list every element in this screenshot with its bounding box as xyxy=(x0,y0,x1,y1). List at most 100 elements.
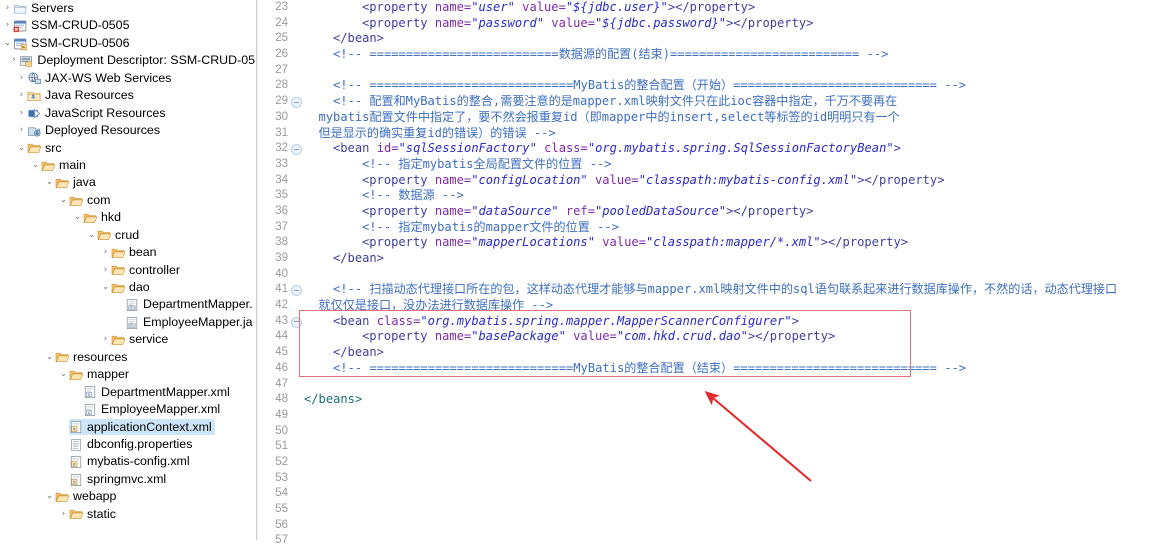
code-line[interactable]: 53 xyxy=(258,471,1170,487)
tree-item-java[interactable]: ⌄ java xyxy=(0,174,258,191)
chevron-right-icon[interactable]: › xyxy=(2,0,13,17)
tree-item-src[interactable]: ⌄ src xyxy=(0,140,258,157)
tree-item-content[interactable]: controller xyxy=(111,262,183,278)
code-line[interactable]: 54 xyxy=(258,486,1170,502)
chevron-down-icon[interactable]: ⌄ xyxy=(30,157,41,174)
xml-editor[interactable]: 23 <property name="user" value="${jdbc.us… xyxy=(258,0,1170,546)
code-line[interactable]: 44 <property name="basePackage" value="co… xyxy=(258,329,1170,345)
tree-item-content[interactable]: Java Resources xyxy=(27,88,137,104)
tree-item-content[interactable]: bean xyxy=(111,245,160,261)
tree-item-employeemapper-xml[interactable]: x EmployeeMapper.xml xyxy=(0,401,258,418)
tree-item-content[interactable]: JAX-WS Web Services xyxy=(27,70,174,86)
tree-item-ssm-crud-0505[interactable]: › SSM-CRUD-0505 xyxy=(0,17,258,34)
code-line[interactable]: 45 </bean> xyxy=(258,345,1170,361)
chevron-right-icon[interactable]: › xyxy=(100,262,111,279)
tree-item-resources[interactable]: ⌄ resources xyxy=(0,349,258,366)
tree-item-content[interactable]: x EmployeeMapper.xml xyxy=(83,402,223,418)
code-line[interactable]: 49 xyxy=(258,408,1170,424)
tree-item-content[interactable]: static xyxy=(69,506,119,522)
tree-item-crud[interactable]: ⌄ crud xyxy=(0,227,258,244)
tree-item-content[interactable]: EmployeeMapper.ja xyxy=(125,315,256,331)
tree-item-service[interactable]: › service xyxy=(0,331,258,348)
chevron-down-icon[interactable]: ⌄ xyxy=(58,366,69,383)
tree-item-content[interactable]: resources xyxy=(55,349,130,365)
tree-item-springmvc-xml[interactable]: x springmvc.xml xyxy=(0,471,258,488)
code-line[interactable]: 32 <bean id="sqlSessionFactory" class="or… xyxy=(258,141,1170,157)
tree-item-content[interactable]: x DepartmentMapper.xml xyxy=(83,384,233,400)
tree-item-content[interactable]: SSM-CRUD-0506 xyxy=(13,36,132,52)
chevron-right-icon[interactable]: › xyxy=(8,52,19,69)
code-line[interactable]: 50 xyxy=(258,424,1170,440)
code-line[interactable]: 33 <!-- 指定mybatis全局配置文件的位置 --> xyxy=(258,157,1170,173)
tree-item-content[interactable]: Servers xyxy=(13,1,77,17)
tree-item-content[interactable]: hkd xyxy=(83,210,124,226)
fold-collapse-icon[interactable] xyxy=(291,144,302,156)
tree-item-content[interactable]: x applicationContext.xml xyxy=(69,419,215,436)
tree-item-content[interactable]: webapp xyxy=(55,489,119,505)
code-line[interactable]: 31 但是显示的确实重复id的错误）的错误 --> xyxy=(258,126,1170,142)
tree-item-webapp[interactable]: ⌄ webapp xyxy=(0,488,258,505)
tree-item-departmentmapper[interactable]: DepartmentMapper. xyxy=(0,296,258,313)
tree-item-content[interactable]: x springmvc.xml xyxy=(69,472,169,488)
tree-item-applicationcontext-xml[interactable]: x applicationContext.xml xyxy=(0,419,258,436)
chevron-down-icon[interactable]: ⌄ xyxy=(44,488,55,505)
code-line[interactable]: 36 <property name="dataSource" ref="poole… xyxy=(258,204,1170,220)
tree-item-content[interactable]: service xyxy=(111,332,171,348)
code-line[interactable]: 24 <property name="password" value="${jdb… xyxy=(258,16,1170,32)
tree-item-ssm-crud-0506[interactable]: ⌄ SSM-CRUD-0506 xyxy=(0,35,258,52)
tree-item-javascript-resources[interactable]: › JavaScript Resources xyxy=(0,105,258,122)
chevron-right-icon[interactable]: › xyxy=(16,87,27,104)
chevron-right-icon[interactable]: › xyxy=(100,244,111,261)
code-line[interactable]: 57 xyxy=(258,533,1170,549)
chevron-down-icon[interactable]: ⌄ xyxy=(16,140,27,157)
tree-item-controller[interactable]: › controller xyxy=(0,262,258,279)
code-line[interactable]: 27 xyxy=(258,63,1170,79)
code-line[interactable]: 39 </bean> xyxy=(258,251,1170,267)
tree-item-content[interactable]: dao xyxy=(111,280,153,296)
chevron-down-icon[interactable]: ⌄ xyxy=(58,192,69,209)
chevron-down-icon[interactable]: ⌄ xyxy=(44,349,55,366)
tree-item-dbconfig-properties[interactable]: dbconfig.properties xyxy=(0,436,258,453)
fold-collapse-icon[interactable] xyxy=(291,97,302,109)
code-line[interactable]: 29 <!-- 配置和MyBatis的整合,需要注意的是mapper.xml映射文… xyxy=(258,94,1170,110)
tree-item-com[interactable]: ⌄ com xyxy=(0,192,258,209)
code-line[interactable]: 42 就仅仅是接口，没办法进行数据库操作 --> xyxy=(258,298,1170,314)
fold-collapse-icon[interactable] xyxy=(291,316,302,328)
tree-item-content[interactable]: main xyxy=(41,158,89,174)
tree-item-servers[interactable]: › Servers xyxy=(0,0,258,17)
code-line[interactable]: 46 <!-- ============================MyBat… xyxy=(258,361,1170,377)
chevron-down-icon[interactable]: ⌄ xyxy=(72,209,83,226)
chevron-right-icon[interactable]: › xyxy=(2,17,13,34)
chevron-down-icon[interactable]: ⌄ xyxy=(44,174,55,191)
fold-collapse-icon[interactable] xyxy=(291,285,302,297)
tree-item-dao[interactable]: ⌄ dao xyxy=(0,279,258,296)
code-area[interactable]: 23 <property name="user" value="${jdbc.us… xyxy=(258,0,1170,549)
tree-item-main[interactable]: ⌄ main xyxy=(0,157,258,174)
code-line[interactable]: 48 </beans> xyxy=(258,392,1170,408)
chevron-right-icon[interactable]: › xyxy=(16,105,27,122)
code-line[interactable]: 23 <property name="user" value="${jdbc.us… xyxy=(258,0,1170,16)
code-line[interactable]: 28 <!-- ============================MyBat… xyxy=(258,78,1170,94)
code-line[interactable]: 38 <property name="mapperLocations" value… xyxy=(258,235,1170,251)
chevron-down-icon[interactable]: ⌄ xyxy=(86,227,97,244)
tree-item-departmentmapper-xml[interactable]: x DepartmentMapper.xml xyxy=(0,384,258,401)
code-line[interactable]: 26 <!-- ==========================数据源的配置(… xyxy=(258,47,1170,63)
tree-item-content[interactable]: crud xyxy=(97,227,142,243)
tree-item-deployed-resources[interactable]: › Deployed Resources xyxy=(0,122,258,139)
chevron-right-icon[interactable]: › xyxy=(16,122,27,139)
tree-item-static[interactable]: › static xyxy=(0,506,258,523)
code-line[interactable]: 56 xyxy=(258,518,1170,534)
tree-item-content[interactable]: x mybatis-config.xml xyxy=(69,454,193,470)
chevron-right-icon[interactable]: › xyxy=(58,506,69,523)
tree-item-mybatis-config-xml[interactable]: x mybatis-config.xml xyxy=(0,453,258,470)
tree-item-bean[interactable]: › bean xyxy=(0,244,258,261)
tree-item-deployment-descriptor-ssm-crud-05[interactable]: › Deployment Descriptor: SSM-CRUD-05 xyxy=(0,52,258,69)
code-line[interactable]: 43 <bean class="org.mybatis.spring.mapper… xyxy=(258,314,1170,330)
tree-item-content[interactable]: Deployed Resources xyxy=(27,123,163,139)
code-line[interactable]: 34 <property name="configLocation" value=… xyxy=(258,173,1170,189)
code-line[interactable]: 37 <!-- 指定mybatis的mapper文件的位置 --> xyxy=(258,220,1170,236)
tree-item-content[interactable]: Deployment Descriptor: SSM-CRUD-05 xyxy=(19,53,258,69)
tree-item-content[interactable]: SSM-CRUD-0505 xyxy=(13,18,132,34)
tree-item-employeemapper-ja[interactable]: EmployeeMapper.ja xyxy=(0,314,258,331)
code-line[interactable]: 40 xyxy=(258,267,1170,283)
